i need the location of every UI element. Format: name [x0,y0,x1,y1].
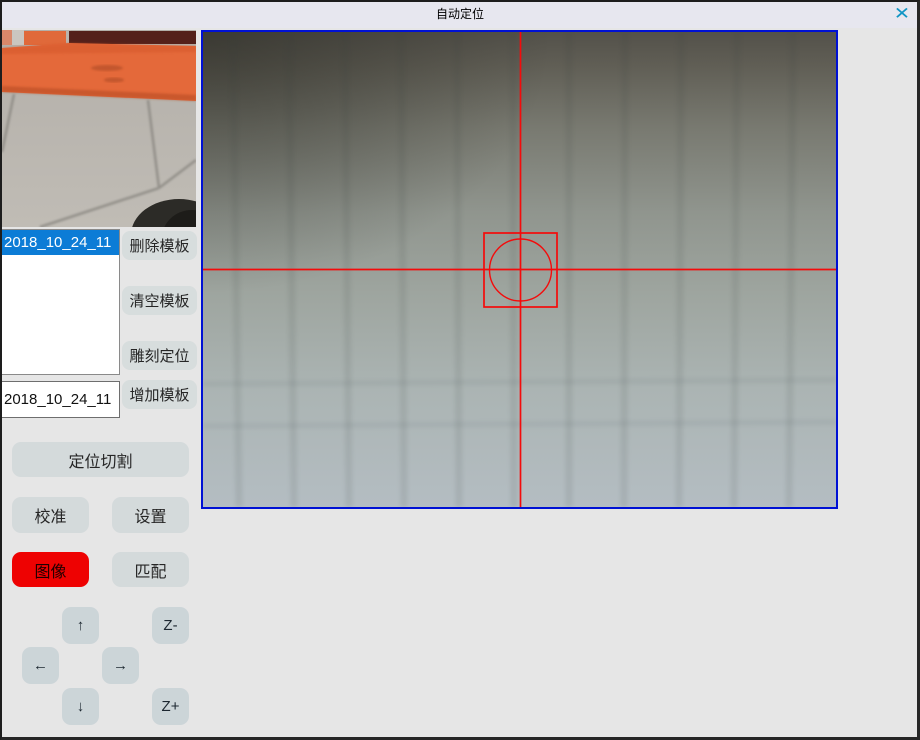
jog-down-arrow-button[interactable]: ↓ [62,688,99,725]
template-list-item[interactable]: 2018_10_24_11 [2,230,119,255]
template-name-input[interactable] [1,381,120,418]
engrave-locate-button[interactable]: 雕刻定位 [122,341,197,370]
jog-z-plus-button[interactable]: Z+ [152,688,189,725]
add-template-button[interactable]: 增加模板 [122,380,197,409]
clear-templates-button[interactable]: 清空模板 [122,286,197,315]
close-icon[interactable]: ✕ [889,3,914,25]
match-button[interactable]: 匹配 [112,552,189,587]
jog-right-arrow-button[interactable]: → [102,647,139,684]
jog-z-minus-button[interactable]: Z- [152,607,189,644]
auto-locate-window: 自动定位 ✕ [0,0,920,740]
settings-button[interactable]: 设置 [112,497,189,533]
image-button[interactable]: 图像 [12,552,89,587]
page-title: 自动定位 [0,0,920,28]
delete-template-button[interactable]: 删除模板 [122,231,197,260]
locate-cut-button[interactable]: 定位切割 [12,442,189,477]
title-bar: 自动定位 ✕ [0,0,920,28]
template-preview-graphic [2,30,196,227]
camera-view[interactable] [201,30,838,509]
jog-up-arrow-button[interactable]: ↑ [62,607,99,644]
calibrate-button[interactable]: 校准 [12,497,89,533]
jog-left-arrow-button[interactable]: ← [22,647,59,684]
template-preview-image [2,30,196,227]
template-list[interactable]: 2018_10_24_11 [1,229,120,375]
camera-feed-graphic [203,32,836,507]
